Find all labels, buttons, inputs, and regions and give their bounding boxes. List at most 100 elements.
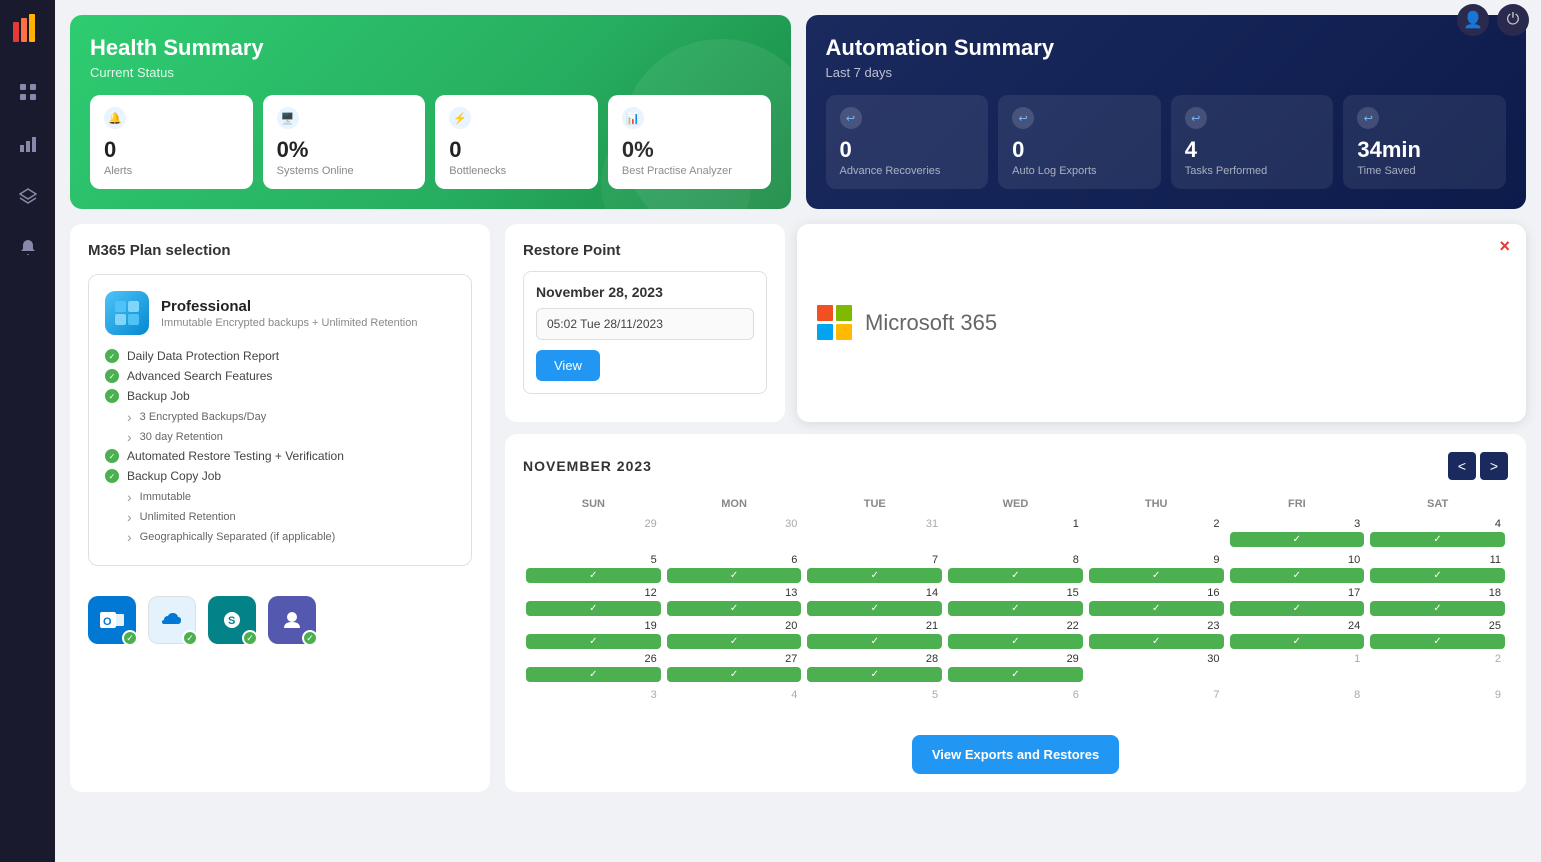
- cal-tue: TUE: [804, 494, 945, 516]
- cal-thu: THU: [1086, 494, 1227, 516]
- cal-day[interactable]: 24✓: [1227, 618, 1368, 651]
- teams-check: ✓: [302, 630, 318, 646]
- health-summary-card: Health Summary Current Status 🔔 0 Alerts…: [70, 15, 791, 209]
- sidebar-item-grid[interactable]: [12, 76, 44, 108]
- cal-day[interactable]: 15✓: [945, 585, 1086, 618]
- cal-day[interactable]: 27✓: [664, 651, 805, 687]
- cal-bar-empty: [948, 532, 1083, 550]
- plan-desc: Immutable Encrypted backups + Unlimited …: [161, 317, 418, 329]
- metric-systems: 🖥️ 0% Systems Online: [263, 95, 426, 189]
- cal-day: 31: [804, 516, 945, 552]
- cal-bar-check: ✓: [807, 634, 942, 649]
- cal-day[interactable]: 14✓: [804, 585, 945, 618]
- cal-day[interactable]: 17✓: [1227, 585, 1368, 618]
- cal-day[interactable]: 13✓: [664, 585, 805, 618]
- cal-day[interactable]: 18✓: [1367, 585, 1508, 618]
- cal-day[interactable]: 3✓: [1227, 516, 1368, 552]
- cal-day[interactable]: 10✓: [1227, 552, 1368, 585]
- health-title: Health Summary: [90, 35, 771, 61]
- cal-bar-check: ✓: [667, 667, 802, 682]
- cal-month: NOVEMBER 2023: [523, 458, 652, 474]
- sidebar-item-bell[interactable]: [12, 232, 44, 264]
- cal-day[interactable]: 30: [1086, 651, 1227, 687]
- ms365-logo: [817, 305, 853, 341]
- cal-day[interactable]: 9✓: [1086, 552, 1227, 585]
- cal-day[interactable]: 11✓: [1367, 552, 1508, 585]
- cal-bar-check: ✓: [1370, 634, 1505, 649]
- cal-bar-check: ✓: [667, 568, 802, 583]
- cal-day[interactable]: 22✓: [945, 618, 1086, 651]
- cal-day[interactable]: 8✓: [945, 552, 1086, 585]
- cal-prev-button[interactable]: <: [1448, 452, 1476, 480]
- cal-day[interactable]: 5✓: [523, 552, 664, 585]
- cal-bar-empty: [948, 703, 1083, 721]
- logo-blue: [817, 324, 833, 340]
- ms365-logo-grid: [817, 305, 853, 341]
- cal-bar-check: ✓: [948, 568, 1083, 583]
- metric-bpa: 📊 0% Best Practise Analyzer: [608, 95, 771, 189]
- cal-day[interactable]: 28✓: [804, 651, 945, 687]
- sub-immutable: Immutable: [127, 489, 455, 505]
- sidebar-item-layers[interactable]: [12, 180, 44, 212]
- ms365-close-button[interactable]: ×: [1499, 236, 1510, 257]
- bottom-row: M365 Plan selection Professional Immutab…: [70, 224, 1526, 792]
- cal-day[interactable]: 7✓: [804, 552, 945, 585]
- cal-day[interactable]: 1: [945, 516, 1086, 552]
- main-content: 👤 ⏻ Health Summary Current Status 🔔 0 Al…: [55, 0, 1541, 862]
- automation-title: Automation Summary: [826, 35, 1507, 61]
- onedrive-check: ✓: [182, 630, 198, 646]
- plan-header: Professional Immutable Encrypted backups…: [105, 291, 455, 335]
- view-exports-button[interactable]: View Exports and Restores: [912, 735, 1119, 774]
- rp-date: November 28, 2023: [536, 284, 754, 300]
- systems-label: Systems Online: [277, 165, 412, 177]
- cal-day: 6: [945, 687, 1086, 723]
- sharepoint-check: ✓: [242, 630, 258, 646]
- power-icon[interactable]: ⏻: [1497, 4, 1529, 36]
- cal-day[interactable]: 21✓: [804, 618, 945, 651]
- sidebar: [0, 0, 55, 862]
- cal-bar-check: ✓: [1230, 532, 1365, 547]
- check-daily-report: ✓: [105, 349, 119, 363]
- rp-view-button[interactable]: View: [536, 350, 600, 381]
- cal-wed: WED: [945, 494, 1086, 516]
- app-onedrive: ✓: [148, 596, 196, 644]
- cal-day: 4: [664, 687, 805, 723]
- bottlenecks-value: 0: [449, 137, 584, 163]
- feature-copy-label: Backup Copy Job: [127, 469, 221, 483]
- tasks-label: Tasks Performed: [1185, 165, 1320, 177]
- user-icon[interactable]: 👤: [1457, 4, 1489, 36]
- sub-immutable-label: Immutable: [140, 491, 191, 503]
- cal-day[interactable]: 26✓: [523, 651, 664, 687]
- cal-day[interactable]: 4✓: [1367, 516, 1508, 552]
- logo-yellow: [836, 324, 852, 340]
- cal-day[interactable]: 20✓: [664, 618, 805, 651]
- cal-bar-check: ✓: [1089, 601, 1224, 616]
- cal-day[interactable]: 19✓: [523, 618, 664, 651]
- view-exports-container: View Exports and Restores: [523, 735, 1508, 774]
- cal-bar-empty: [526, 703, 661, 721]
- cal-day[interactable]: 12✓: [523, 585, 664, 618]
- rp-title: Restore Point: [523, 242, 767, 259]
- sub-retention-label: 30 day Retention: [140, 431, 223, 443]
- cal-day[interactable]: 6✓: [664, 552, 805, 585]
- plan-name: Professional: [161, 298, 418, 315]
- cal-day[interactable]: 23✓: [1086, 618, 1227, 651]
- cal-fri: FRI: [1227, 494, 1368, 516]
- cal-day[interactable]: 29✓: [945, 651, 1086, 687]
- cal-body: 293031123✓4✓5✓6✓7✓8✓9✓10✓11✓12✓13✓14✓15✓…: [523, 516, 1508, 723]
- app-logo[interactable]: [10, 10, 46, 46]
- cal-week-3: 19✓20✓21✓22✓23✓24✓25✓: [523, 618, 1508, 651]
- plan-icon: [105, 291, 149, 335]
- cal-bar-empty: [1370, 703, 1505, 721]
- cal-bar-empty: [667, 703, 802, 721]
- cal-bar-check: ✓: [948, 667, 1083, 682]
- cal-day[interactable]: 25✓: [1367, 618, 1508, 651]
- plan-card-title: M365 Plan selection: [88, 242, 472, 259]
- cal-day[interactable]: 2: [1086, 516, 1227, 552]
- cal-day[interactable]: 16✓: [1086, 585, 1227, 618]
- feature-daily-report-label: Daily Data Protection Report: [127, 349, 279, 363]
- sidebar-item-chart[interactable]: [12, 128, 44, 160]
- cal-bar-check: ✓: [667, 601, 802, 616]
- cal-next-button[interactable]: >: [1480, 452, 1508, 480]
- feature-backup-label: Backup Job: [127, 389, 190, 403]
